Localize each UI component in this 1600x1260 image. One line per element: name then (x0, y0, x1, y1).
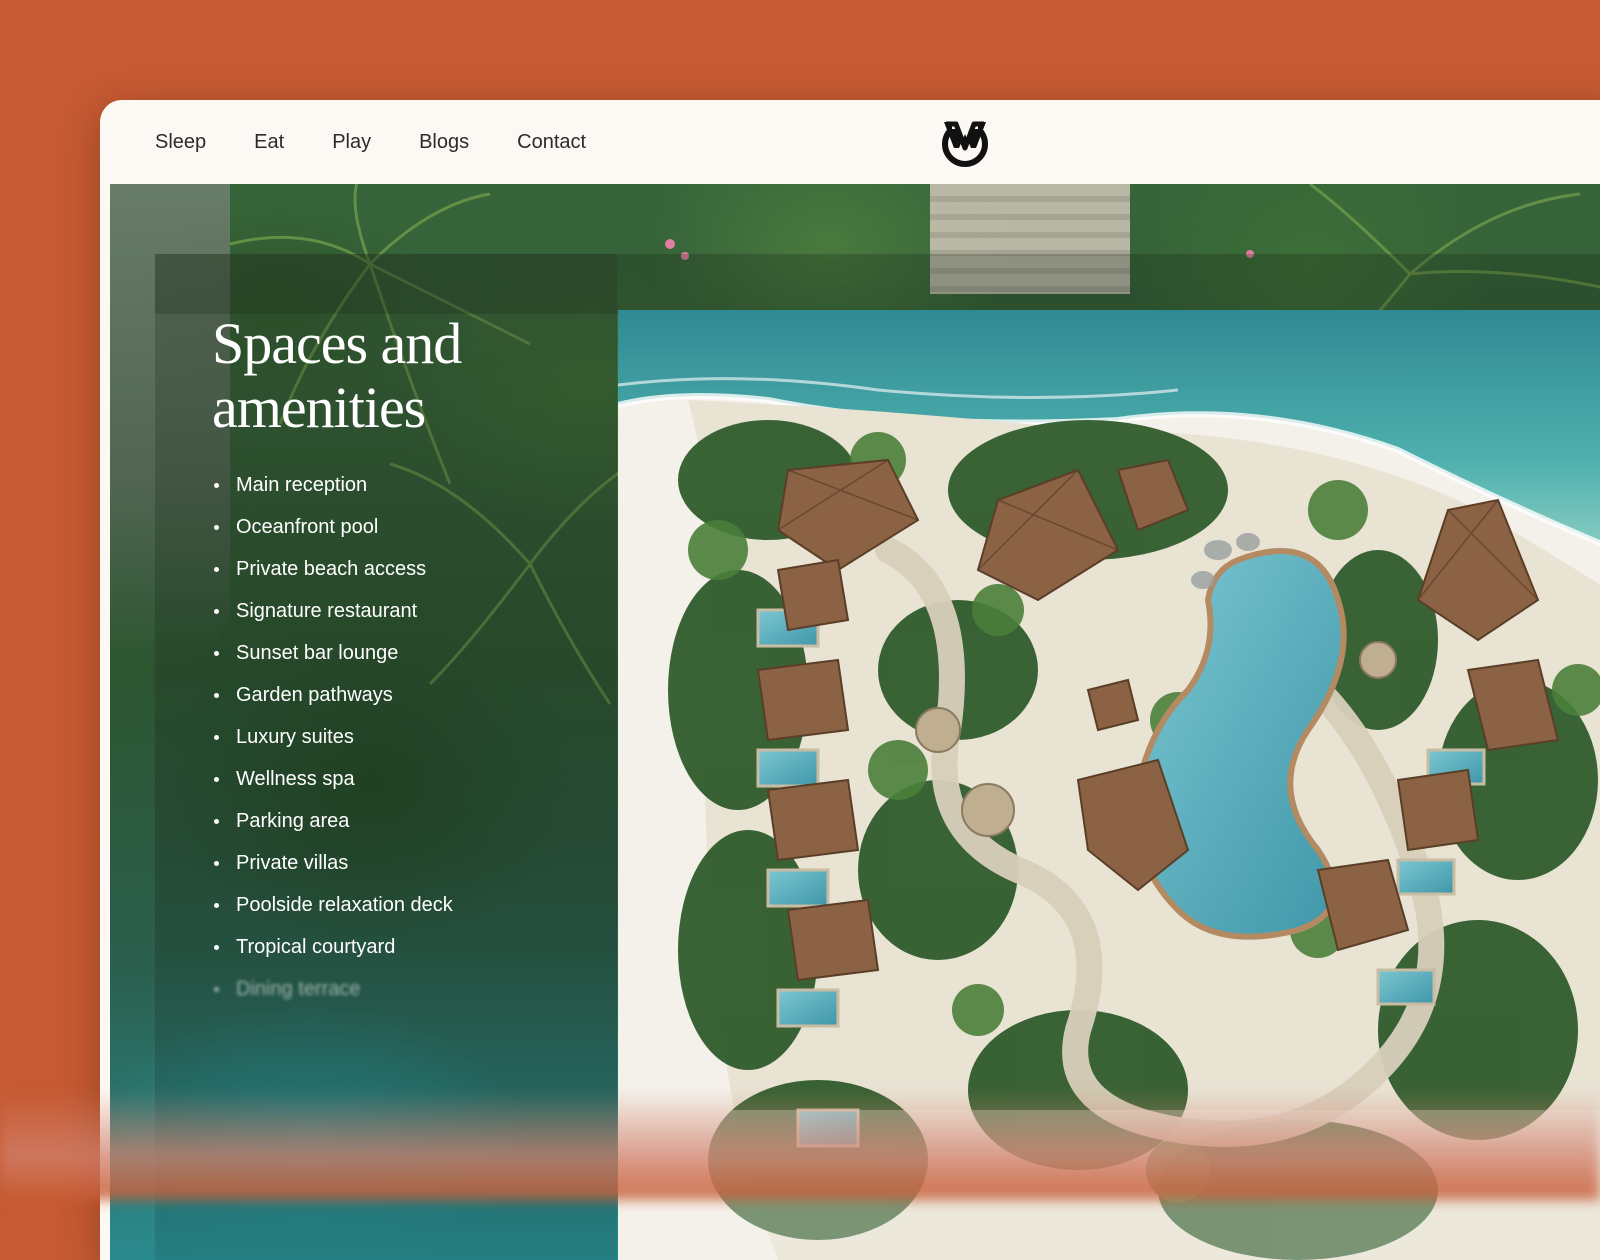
list-item: Garden pathways (210, 674, 453, 716)
list-item: Private beach access (210, 548, 453, 590)
amenities-list: Main reception Oceanfront pool Private b… (210, 464, 453, 1010)
list-item: Private villas (210, 842, 453, 884)
nav-item-eat[interactable]: Eat (254, 131, 284, 154)
nav-item-contact[interactable]: Contact (517, 131, 586, 154)
bottom-blur-overlay (0, 1090, 1600, 1200)
nav-links: Sleep Eat Play Blogs Contact (155, 131, 586, 154)
list-item: Wellness spa (210, 758, 453, 800)
list-item: Signature restaurant (210, 590, 453, 632)
top-navigation: Sleep Eat Play Blogs Contact (100, 100, 1600, 184)
list-item: Poolside relaxation deck (210, 884, 453, 926)
list-item: Sunset bar lounge (210, 632, 453, 674)
nav-item-blogs[interactable]: Blogs (419, 131, 469, 154)
list-item: Oceanfront pool (210, 506, 453, 548)
nav-item-play[interactable]: Play (332, 131, 371, 154)
list-item: Parking area (210, 800, 453, 842)
section-title: Spaces and amenities (212, 311, 462, 440)
list-item: Tropical courtyard (210, 926, 453, 968)
list-item: Luxury suites (210, 716, 453, 758)
list-item: Main reception (210, 464, 453, 506)
nav-item-sleep[interactable]: Sleep (155, 131, 206, 154)
browser-window: Sleep Eat Play Blogs Contact Spaces and … (100, 100, 1600, 1260)
m-monogram-logo-icon[interactable] (938, 116, 992, 170)
list-item: Dining terrace (210, 968, 453, 1010)
